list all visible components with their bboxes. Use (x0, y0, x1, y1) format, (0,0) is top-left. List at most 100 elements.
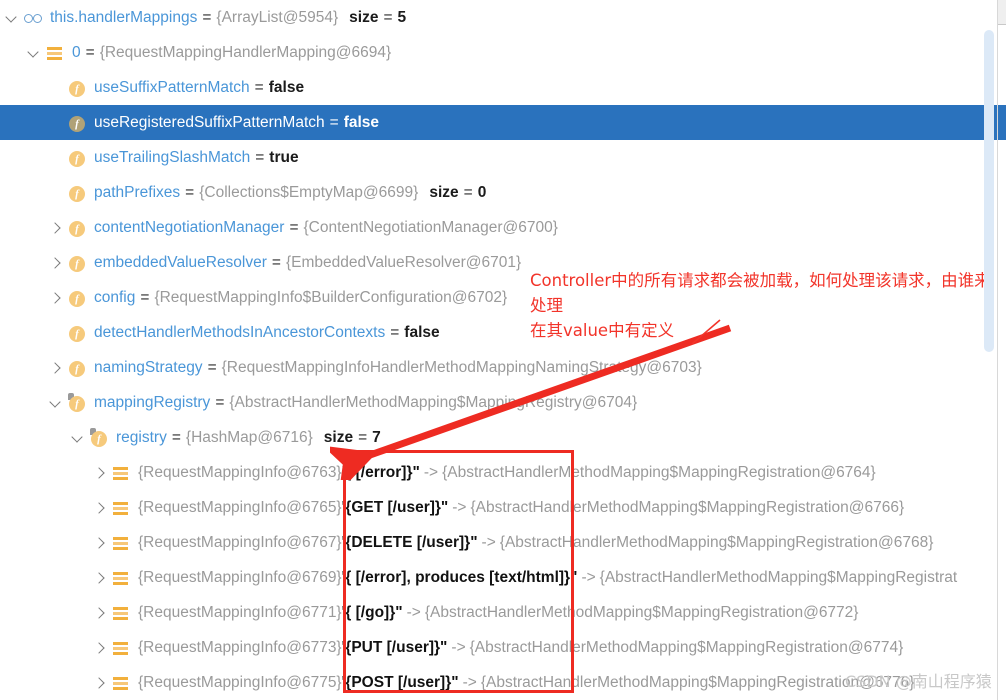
tree-row[interactable]: {RequestMappingInfo@6769} '{ [/error], p… (0, 560, 1006, 595)
equals-sign: = (215, 393, 225, 411)
map-entry-value: {AbstractHandlerMethodMapping$MappingReg… (599, 568, 958, 586)
variable-literal: false (268, 78, 305, 96)
variable-name: 0 (72, 43, 81, 61)
map-entry-key: {RequestMappingInfo@6771} (138, 603, 342, 621)
map-entry-arrow: -> (451, 638, 466, 656)
variable-name: registry (116, 428, 167, 446)
variable-literal: false (404, 323, 440, 341)
equals-sign: = (202, 8, 212, 26)
equals-sign: = (207, 358, 217, 376)
field-icon: f (67, 218, 87, 238)
chevron-right-icon[interactable] (92, 500, 108, 516)
equals-sign: = (289, 218, 299, 236)
field-icon: f (67, 253, 87, 273)
field-glyph: f (69, 80, 85, 97)
variable-name: pathPrefixes (94, 183, 181, 201)
variable-literal: false (343, 113, 380, 131)
field-glyph: f (69, 115, 85, 132)
tree-row[interactable]: f namingStrategy = {RequestMappingInfoHandl… (0, 350, 1006, 385)
array-icon (111, 462, 131, 483)
field-glyph: f (69, 255, 85, 272)
map-entry-value: {AbstractHandlerMethodMapping$MappingReg… (442, 463, 876, 481)
field-glyph: f (69, 395, 85, 412)
vertical-scrollbar-thumb[interactable] (984, 30, 994, 352)
chevron-right-icon[interactable] (48, 290, 64, 306)
field-icon: f (67, 113, 87, 133)
variable-value: {RequestMappingInfoHandlerMethodMappingN… (221, 358, 702, 376)
field-icon: f (67, 148, 87, 168)
chevron-placeholder-icon (48, 115, 64, 131)
tree-row[interactable]: f mappingRegistry = {AbstractHandlerMethodM… (0, 385, 1006, 420)
field-icon: f (67, 323, 87, 343)
variable-name: contentNegotiationManager (94, 218, 285, 236)
map-entry-arrow: -> (423, 463, 439, 481)
tree-row[interactable]: f useSuffixPatternMatch = false (0, 70, 1006, 105)
tree-row[interactable]: {RequestMappingInfo@6773} '{PUT [/user]}… (0, 630, 1006, 665)
variable-name: namingStrategy (94, 358, 203, 376)
tree-row[interactable]: {RequestMappingInfo@6767} '{DELETE [/use… (0, 525, 1006, 560)
array-icon (111, 672, 131, 693)
chevron-right-icon[interactable] (48, 360, 64, 376)
map-entry-string: '{ [/error]}" (341, 463, 420, 481)
tree-row[interactable]: {RequestMappingInfo@6765} '{GET [/user]}… (0, 490, 1006, 525)
tree-row[interactable]: f detectHandlerMethodsInAncestorContexts =… (0, 315, 1006, 350)
array-icon (111, 497, 131, 518)
tree-row[interactable]: f pathPrefixes = {Collections$EmptyMap@6699… (0, 175, 1006, 210)
tree-row[interactable]: 0 = {RequestMappingHandlerMapping@6694} (0, 35, 1006, 70)
chevron-placeholder-icon (48, 80, 64, 96)
map-entry-value: {AbstractHandlerMethodMapping$MappingReg… (469, 638, 904, 656)
panel-divider (997, 0, 998, 700)
map-entry-arrow: -> (581, 568, 596, 586)
map-entry-key: {RequestMappingInfo@6763} (138, 463, 342, 481)
field-glyph: f (69, 185, 85, 202)
tree-row[interactable]: f useRegisteredSuffixPatternMatch = false (0, 105, 1006, 140)
equals-sign: = (329, 113, 339, 131)
map-entry-string: '{GET [/user]}" (341, 498, 449, 516)
map-entry-string: '{ [/go]}" (341, 603, 403, 621)
size-label: size (429, 183, 459, 201)
chevron-right-icon[interactable] (92, 605, 108, 621)
chevron-right-icon[interactable] (48, 220, 64, 236)
variable-value: {ContentNegotiationManager@6700} (303, 218, 558, 236)
field-glyph: f (69, 325, 85, 342)
tree-row[interactable]: f contentNegotiationManager = {ContentNegot… (0, 210, 1006, 245)
tree-row[interactable]: {RequestMappingInfo@6763} '{ [/error]}" -… (0, 455, 1006, 490)
size-equals: = (463, 183, 473, 201)
chevron-right-icon[interactable] (92, 675, 108, 691)
chevron-down-icon[interactable] (48, 395, 64, 411)
tree-row[interactable]: this.handlerMappings = {ArrayList@5954} siz… (0, 0, 1006, 35)
chevron-right-icon[interactable] (92, 465, 108, 481)
size-value: 5 (397, 8, 407, 26)
size-label: size (349, 8, 379, 26)
debugger-variables-tree[interactable]: this.handlerMappings = {ArrayList@5954} siz… (0, 0, 1006, 700)
chevron-right-icon[interactable] (92, 570, 108, 586)
array-icon (111, 602, 131, 623)
field-glyph: f (69, 220, 85, 237)
chevron-down-icon[interactable] (26, 45, 42, 61)
chevron-down-icon[interactable] (4, 10, 20, 26)
map-entry-value: {AbstractHandlerMethodMapping$MappingReg… (470, 498, 905, 516)
tree-row[interactable]: {RequestMappingInfo@6771} '{ [/go]}" -> {A… (0, 595, 1006, 630)
variable-name: useSuffixPatternMatch (94, 78, 250, 96)
chevron-right-icon[interactable] (92, 640, 108, 656)
field-private-icon: f (67, 392, 87, 413)
variable-value: {ArrayList@5954} (216, 8, 339, 26)
variable-value: {Collections$EmptyMap@6699} (199, 183, 419, 201)
chevron-down-icon[interactable] (70, 430, 86, 446)
equals-sign: = (171, 428, 181, 446)
map-entry-key: {RequestMappingInfo@6775} (138, 673, 342, 691)
chevron-right-icon[interactable] (48, 255, 64, 271)
array-icon (111, 567, 131, 588)
panel-corner (998, 0, 1006, 25)
tree-row[interactable]: f useTrailingSlashMatch = true (0, 140, 1006, 175)
equals-sign: = (271, 253, 281, 271)
chevron-right-icon[interactable] (92, 535, 108, 551)
variable-value: {RequestMappingHandlerMapping@6694} (99, 43, 392, 61)
variable-name: useRegisteredSuffixPatternMatch (94, 113, 325, 131)
equals-sign: = (390, 323, 400, 341)
tree-row[interactable]: f registry = {HashMap@6716} size = 7 (0, 420, 1006, 455)
annotation-note-line1: Controller中的所有请求都会被加载，如何处理该请求，由谁来处理 (530, 271, 991, 315)
field-icon: f (67, 358, 87, 378)
field-icon: f (67, 288, 87, 308)
map-entry-arrow: -> (481, 533, 496, 551)
